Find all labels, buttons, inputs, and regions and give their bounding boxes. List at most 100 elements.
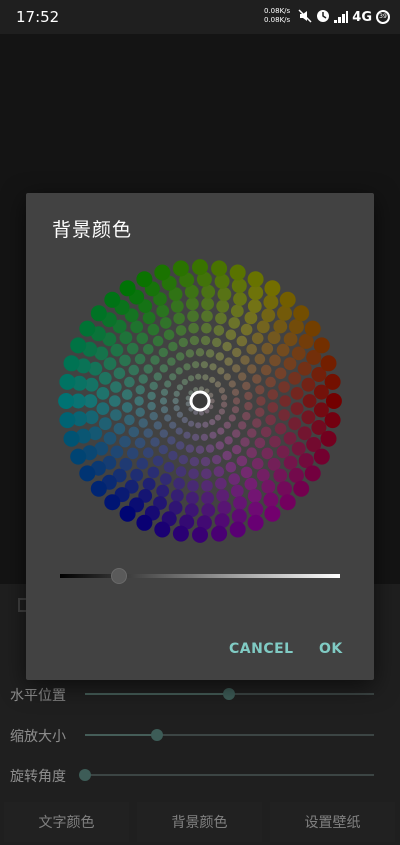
color-dot[interactable]	[130, 468, 144, 482]
color-dot[interactable]	[150, 355, 160, 365]
color-dot[interactable]	[173, 390, 180, 397]
color-dot[interactable]	[172, 260, 189, 277]
color-dot[interactable]	[163, 329, 175, 341]
color-dot[interactable]	[216, 299, 230, 313]
color-dot[interactable]	[301, 410, 316, 425]
color-dot[interactable]	[175, 466, 187, 477]
color-dot[interactable]	[276, 343, 290, 357]
color-dot[interactable]	[136, 271, 153, 288]
color-dot[interactable]	[224, 357, 233, 366]
color-dot[interactable]	[201, 284, 216, 299]
color-dot[interactable]	[113, 367, 126, 380]
color-dot[interactable]	[277, 481, 292, 497]
color-dot[interactable]	[128, 426, 140, 438]
color-dot[interactable]	[255, 407, 265, 417]
color-dot[interactable]	[209, 363, 217, 371]
color-dot[interactable]	[142, 311, 156, 325]
color-dot[interactable]	[159, 364, 168, 373]
color-dot[interactable]	[214, 414, 221, 421]
color-dot[interactable]	[156, 484, 170, 498]
color-dot[interactable]	[273, 319, 288, 334]
color-dot[interactable]	[209, 376, 216, 383]
color-dot[interactable]	[274, 367, 287, 380]
color-dot[interactable]	[288, 371, 302, 385]
color-dot[interactable]	[169, 373, 177, 381]
color-dot[interactable]	[211, 525, 228, 542]
color-dot[interactable]	[223, 373, 231, 381]
color-dot[interactable]	[143, 428, 153, 438]
color-dot[interactable]	[175, 325, 187, 336]
color-dot[interactable]	[273, 468, 288, 483]
color-dot[interactable]	[247, 271, 264, 288]
color-dot[interactable]	[154, 264, 171, 281]
color-dot[interactable]	[201, 468, 212, 480]
color-dot[interactable]	[255, 385, 265, 395]
color-dot[interactable]	[175, 427, 183, 435]
color-dot[interactable]	[325, 393, 342, 409]
color-dot[interactable]	[233, 496, 247, 510]
color-dot[interactable]	[229, 521, 246, 538]
color-dot[interactable]	[104, 494, 121, 511]
color-dot[interactable]	[215, 477, 227, 490]
color-dot[interactable]	[217, 500, 232, 515]
color-dot[interactable]	[242, 411, 251, 421]
color-dot[interactable]	[176, 441, 185, 450]
color-dot[interactable]	[261, 308, 276, 323]
color-dot[interactable]	[201, 503, 216, 518]
color-dot[interactable]	[297, 426, 312, 441]
color-dot[interactable]	[201, 491, 215, 505]
color-dot[interactable]	[187, 310, 199, 322]
color-dot[interactable]	[320, 355, 337, 372]
color-dot[interactable]	[238, 372, 247, 381]
color-dot[interactable]	[247, 428, 257, 438]
color-dot[interactable]	[167, 436, 176, 445]
color-dot[interactable]	[260, 426, 272, 438]
color-dot[interactable]	[279, 395, 291, 407]
color-dot[interactable]	[176, 352, 185, 361]
color-dot[interactable]	[288, 467, 304, 483]
color-dot[interactable]	[254, 437, 266, 449]
color-dot[interactable]	[119, 457, 133, 471]
color-dot[interactable]	[304, 465, 321, 482]
color-dot[interactable]	[202, 421, 209, 428]
color-dot[interactable]	[278, 381, 290, 393]
color-dot[interactable]	[63, 430, 80, 447]
color-dot[interactable]	[202, 374, 209, 381]
color-dot[interactable]	[240, 466, 253, 479]
color-dot[interactable]	[149, 411, 158, 421]
color-dot[interactable]	[121, 389, 133, 400]
color-dot[interactable]	[96, 387, 110, 400]
color-dot[interactable]	[201, 297, 215, 311]
color-dot[interactable]	[248, 501, 264, 517]
color-dot[interactable]	[265, 414, 276, 426]
color-dot[interactable]	[224, 436, 233, 445]
color-dot[interactable]	[192, 259, 208, 276]
color-dot[interactable]	[135, 385, 145, 395]
color-dot[interactable]	[159, 429, 168, 438]
color-dot[interactable]	[216, 489, 230, 503]
color-dot[interactable]	[293, 480, 310, 497]
color-dot[interactable]	[110, 445, 124, 459]
color-dot[interactable]	[126, 447, 139, 460]
color-dot[interactable]	[247, 514, 264, 531]
color-dot[interactable]	[302, 394, 317, 408]
color-selector-ring[interactable]	[189, 390, 211, 412]
color-dot[interactable]	[267, 331, 281, 345]
color-dot[interactable]	[103, 431, 117, 445]
color-dot[interactable]	[79, 465, 96, 482]
color-dot[interactable]	[228, 380, 236, 388]
color-dot[interactable]	[244, 401, 253, 411]
color-dot[interactable]	[213, 325, 225, 336]
color-dot[interactable]	[98, 371, 112, 385]
color-dot[interactable]	[297, 361, 312, 376]
color-dot[interactable]	[128, 364, 140, 376]
color-dot[interactable]	[158, 444, 168, 455]
color-dot[interactable]	[230, 484, 244, 498]
color-dot[interactable]	[185, 349, 195, 358]
color-dot[interactable]	[188, 468, 199, 480]
color-dot[interactable]	[119, 280, 136, 297]
color-dot[interactable]	[167, 357, 176, 366]
color-dot[interactable]	[149, 381, 158, 391]
color-dot[interactable]	[153, 372, 162, 381]
lightness-track[interactable]	[60, 574, 340, 578]
